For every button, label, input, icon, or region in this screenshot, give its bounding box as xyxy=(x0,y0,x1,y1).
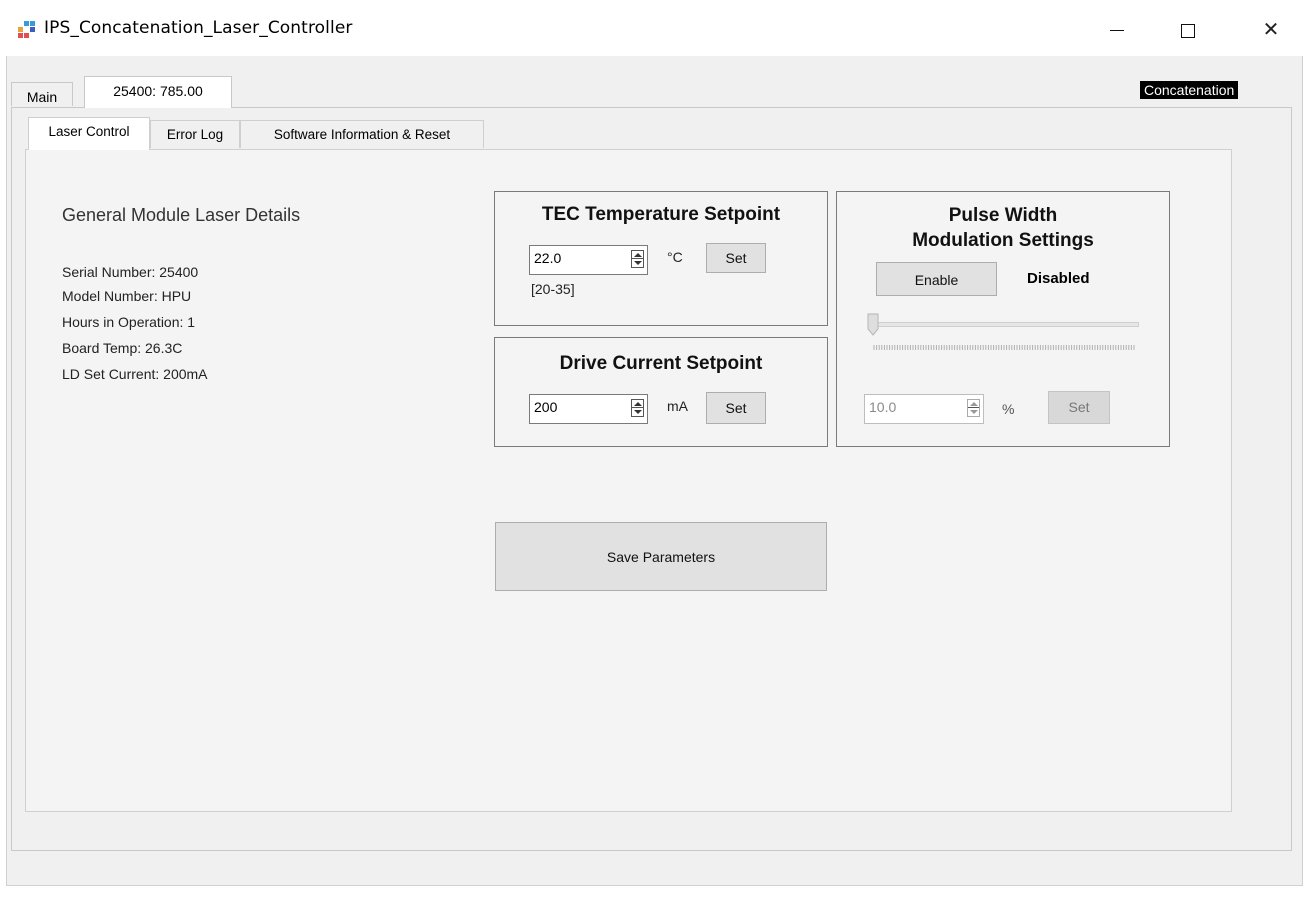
tab-laser-control[interactable]: Laser Control xyxy=(28,117,150,150)
app-icon xyxy=(18,21,36,39)
maximize-button[interactable] xyxy=(1163,10,1213,50)
drive-current-unit: mA xyxy=(667,398,688,414)
pwm-title: Pulse Width Modulation Settings xyxy=(838,203,1168,253)
pwm-value: 10.0 xyxy=(869,399,897,415)
pwm-enable-button[interactable]: Enable xyxy=(876,262,997,296)
pwm-slider-thumb[interactable] xyxy=(867,313,879,337)
pwm-slider-track xyxy=(873,322,1139,327)
minimize-icon xyxy=(1110,30,1124,32)
pwm-spin-buttons[interactable] xyxy=(967,399,980,417)
tec-set-button[interactable]: Set xyxy=(706,243,766,273)
tec-value: 22.0 xyxy=(534,250,562,266)
tab-error-log[interactable]: Error Log xyxy=(150,120,240,148)
tec-unit: °C xyxy=(667,249,683,265)
mode-badge: Concatenation xyxy=(1140,81,1239,99)
close-button[interactable]: ✕ xyxy=(1246,10,1296,50)
drive-current-value: 200 xyxy=(534,399,558,415)
tec-spin-buttons[interactable] xyxy=(631,250,644,268)
board-temp: Board Temp: 26.3C xyxy=(62,340,183,356)
pwm-title-line1: Pulse Width xyxy=(948,205,1058,226)
maximize-icon xyxy=(1181,23,1195,38)
drive-current-spin-buttons[interactable] xyxy=(631,399,644,417)
minimize-button[interactable] xyxy=(1092,10,1142,50)
tab-main[interactable]: Main xyxy=(11,82,73,106)
tab-software-information[interactable]: Software Information & Reset xyxy=(240,120,484,148)
close-icon: ✕ xyxy=(1262,19,1280,41)
model-number: Model Number: HPU xyxy=(62,288,192,304)
drive-current-title: Drive Current Setpoint xyxy=(559,353,763,374)
save-parameters-button[interactable]: Save Parameters xyxy=(495,522,827,591)
drive-current-input[interactable]: 200 xyxy=(529,394,648,424)
tec-range: [20-35] xyxy=(531,281,575,297)
tec-title: TEC Temperature Setpoint xyxy=(541,204,781,225)
details-heading: General Module Laser Details xyxy=(62,205,301,225)
pwm-title-line2: Modulation Settings xyxy=(912,230,1094,251)
hours-in-operation: Hours in Operation: 1 xyxy=(62,314,196,330)
tec-temperature-input[interactable]: 22.0 xyxy=(529,245,648,275)
drive-current-set-button[interactable]: Set xyxy=(706,392,766,424)
pwm-set-button[interactable]: Set xyxy=(1048,391,1110,424)
ld-set-current: LD Set Current: 200mA xyxy=(62,366,208,382)
pwm-status: Disabled xyxy=(1027,270,1090,287)
serial-number: Serial Number: 25400 xyxy=(62,264,199,280)
pwm-slider-ticks xyxy=(873,345,1135,350)
window-title: IPS_Concatenation_Laser_Controller xyxy=(44,18,353,38)
pwm-percent-input[interactable]: 10.0 xyxy=(864,394,984,424)
tab-module-25400[interactable]: 25400: 785.00 xyxy=(84,76,232,108)
pwm-unit: % xyxy=(1002,401,1015,417)
